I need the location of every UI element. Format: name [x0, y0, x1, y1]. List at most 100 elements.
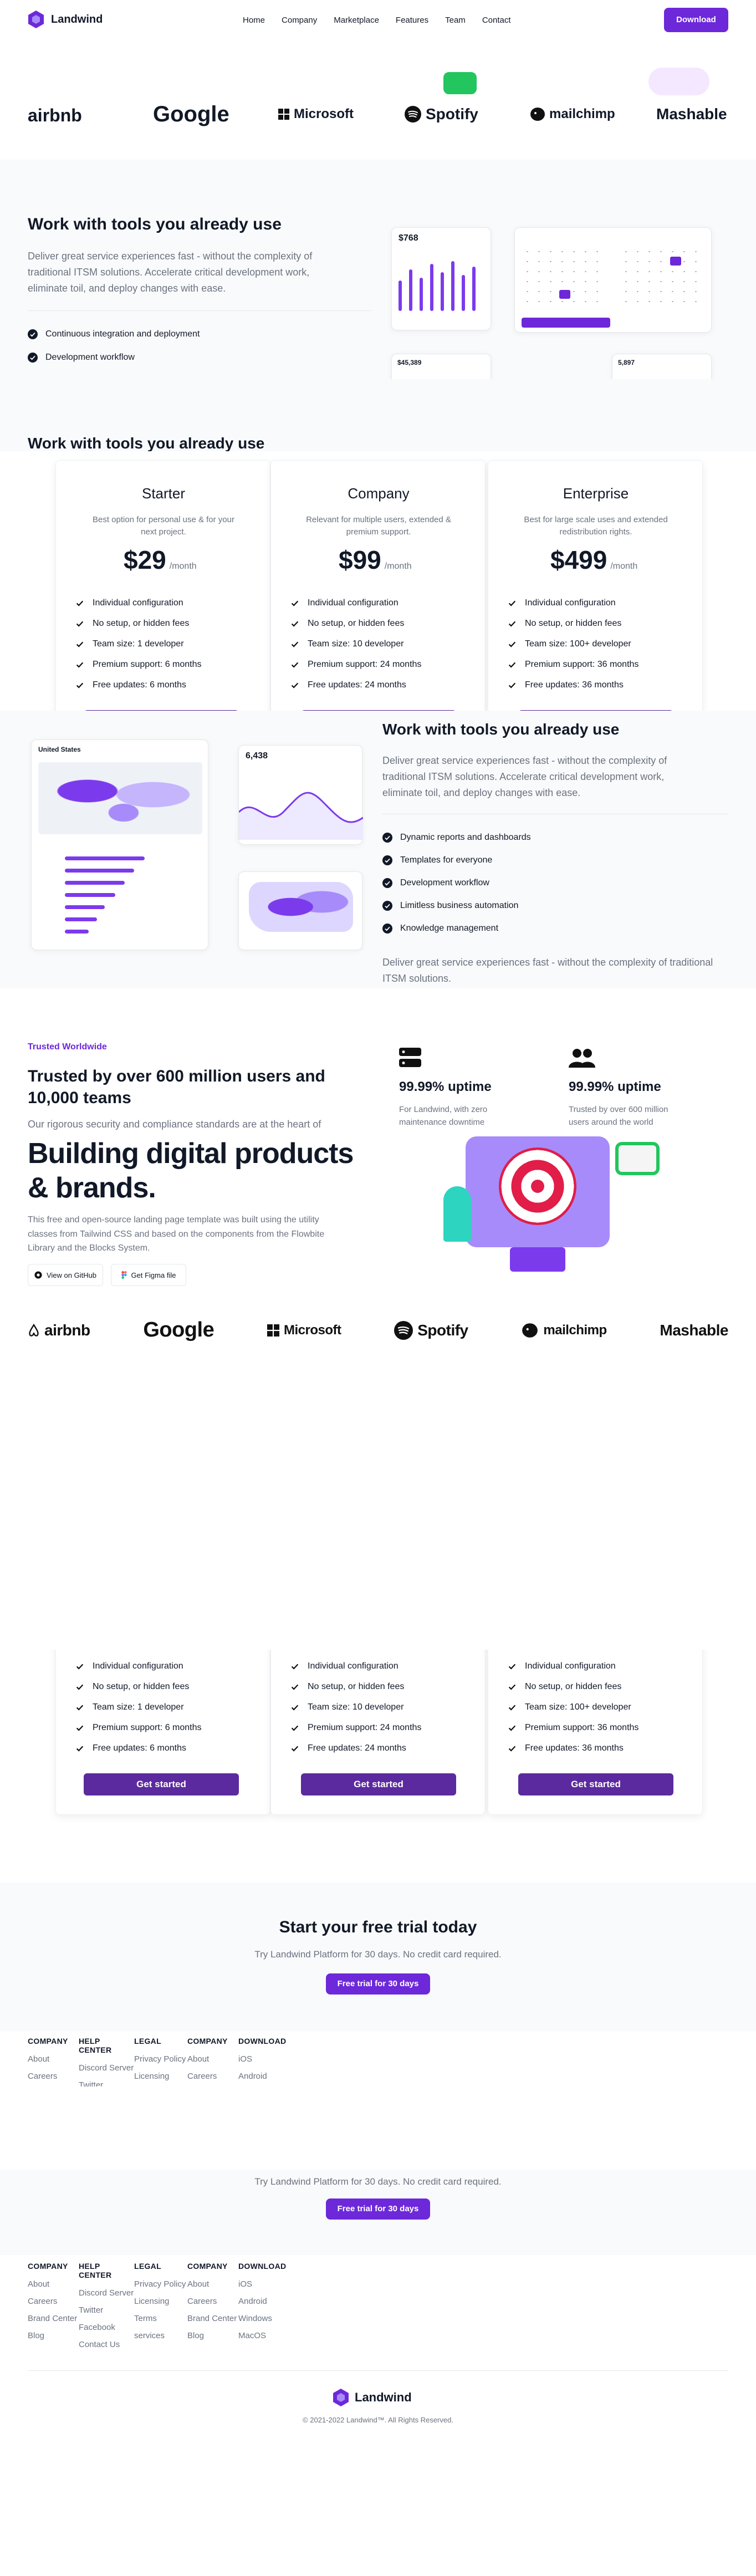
footer-column: DOWNLOAD iOS Android — [238, 2037, 287, 2081]
chart-stat: $768 — [399, 233, 418, 243]
free-trial-button[interactable]: Free trial for 30 days — [326, 2198, 430, 2220]
cta-section-partial: Try Landwind Platform for 30 days. No cr… — [0, 2170, 756, 2255]
calendar-selected-day — [670, 257, 681, 266]
line-chart — [239, 792, 363, 840]
tools-title: Work with tools you already use — [28, 215, 282, 233]
feature-item: Team size: 10 developer — [290, 639, 421, 649]
calendar-ok-button[interactable] — [522, 318, 610, 328]
feature-item: Premium support: 24 months — [290, 1723, 421, 1733]
check-circle-icon — [382, 924, 392, 934]
check-icon — [76, 662, 84, 668]
get-started-button[interactable]: Get started — [301, 1773, 456, 1795]
check-icon — [508, 662, 516, 668]
tools-item: Development workflow — [382, 878, 531, 888]
pricing-card-company: Company Relevant for multiple users, ext… — [270, 460, 486, 715]
tools-desc: Deliver great service experiences fast -… — [28, 251, 313, 294]
trusted-desc: Our rigorous security and compliance sta… — [28, 1119, 321, 1130]
cta-desc: Try Landwind Platform for 30 days. No cr… — [254, 2176, 502, 2187]
hero-block: Building digital products & brands. This… — [0, 1136, 756, 1298]
hero-illustration — [443, 1136, 698, 1292]
check-icon — [508, 1746, 516, 1752]
trusted-section: Trusted Worldwide Trusted by over 600 mi… — [0, 988, 756, 1298]
nav-links: Home Company Marketplace Features Team C… — [243, 16, 511, 25]
check-circle-icon — [28, 353, 38, 363]
us-map-card — [238, 871, 362, 950]
copyright: © 2021-2022 Landwind™. All Rights Reserv… — [303, 2416, 453, 2424]
check-icon — [508, 621, 516, 627]
feature-item: No setup, or hidden fees — [507, 1682, 638, 1692]
map-card: United States — [31, 739, 208, 950]
footer-column: COMPANY About Careers Brand Center Blog — [187, 2262, 237, 2340]
check-circle-icon — [28, 329, 38, 339]
spotify-icon — [405, 106, 421, 123]
spotify-icon — [394, 1320, 413, 1340]
feature-item: Free updates: 36 months — [507, 680, 638, 690]
nav-link-company[interactable]: Company — [282, 16, 317, 25]
mailchimp-icon — [522, 1323, 538, 1338]
check-icon — [76, 1684, 84, 1690]
plant-illustration — [443, 1186, 471, 1242]
pricing-card-starter: Starter Best option for personal use & f… — [55, 460, 270, 715]
plan-name: Enterprise — [563, 485, 629, 502]
check-icon — [76, 1705, 84, 1711]
nav-link-features[interactable]: Features — [396, 16, 428, 25]
check-icon — [508, 641, 516, 647]
github-icon — [34, 1271, 42, 1279]
footer-column: COMPANY About Careers — [28, 2037, 68, 2081]
check-icon — [76, 1746, 84, 1752]
download-button[interactable]: Download — [664, 8, 728, 32]
plan-name: Starter — [141, 485, 186, 502]
logo-google: Google — [153, 102, 229, 126]
feature-item: Free updates: 24 months — [290, 680, 421, 690]
stat-desc: For Landwind, with zero maintenance down… — [399, 1105, 488, 1127]
stat-card: 5,897 — [612, 354, 712, 379]
plan-features: Individual configuration No setup, or hi… — [290, 1661, 421, 1753]
plan-features: Individual configuration No setup, or hi… — [507, 598, 638, 690]
nav-link-home[interactable]: Home — [243, 16, 265, 25]
airbnb-icon — [29, 1323, 39, 1337]
logo-airbnb: airbnb — [28, 1322, 90, 1339]
pricing-section-lower: Individual configuration No setup, or hi… — [0, 1650, 756, 1827]
nav-link-team[interactable]: Team — [445, 16, 466, 25]
feature-item: Free updates: 36 months — [507, 1743, 638, 1753]
logo-mailchimp: mailchimp — [529, 106, 615, 122]
landwind-logo-icon — [333, 2389, 349, 2406]
plan-price: $499/month — [550, 545, 638, 574]
calendar-selected-day — [559, 290, 570, 299]
nav-link-marketplace[interactable]: Marketplace — [334, 16, 379, 25]
footer-brand[interactable]: Landwind — [333, 2388, 412, 2407]
footer-column: COMPANY About Careers — [187, 2037, 228, 2081]
logo-microsoft: Microsoft — [278, 106, 354, 122]
blank-area-2 — [0, 2087, 756, 2170]
tools-item: Knowledge management — [382, 924, 531, 934]
tools-item: Development workflow — [28, 353, 135, 363]
footer-column: DOWNLOAD iOS Android Windows MacOS — [238, 2262, 287, 2340]
stat-block: 99.99% uptime Trusted by over 600 millio… — [569, 1048, 702, 1129]
brand[interactable]: Landwind — [28, 10, 103, 29]
footer-divider — [28, 2370, 728, 2371]
logo-airbnb: airbnb — [28, 105, 82, 125]
microsoft-icon — [278, 109, 289, 120]
check-icon — [76, 621, 84, 627]
cloud-illustration — [648, 68, 709, 95]
bar-chart — [399, 256, 485, 311]
figma-button[interactable]: Get Figma file — [111, 1264, 186, 1286]
trusted-eyebrow: Trusted Worldwide — [28, 1042, 107, 1052]
nav-link-contact[interactable]: Contact — [482, 16, 511, 25]
footer-columns: COMPANY About Careers Brand Center Blog … — [28, 2262, 299, 2357]
tools-divider — [28, 310, 371, 311]
get-started-button[interactable]: Get started — [84, 1773, 239, 1795]
calendar-card — [514, 227, 712, 333]
get-started-button[interactable]: Get started — [518, 1773, 673, 1795]
landwind-logo-icon — [28, 11, 44, 28]
github-button[interactable]: View on GitHub — [28, 1264, 103, 1286]
feature-item: Premium support: 36 months — [507, 1723, 638, 1733]
free-trial-button[interactable]: Free trial for 30 days — [326, 1973, 430, 1995]
footer-brand-name: Landwind — [355, 2390, 412, 2404]
tools-title: Work with tools you already use — [28, 435, 265, 452]
check-icon — [291, 1725, 299, 1731]
feature-item: No setup, or hidden fees — [290, 1682, 421, 1692]
stat-value: 5,897 — [618, 359, 635, 366]
megaphone-icon — [615, 1142, 660, 1175]
stat-block: 99.99% uptime For Landwind, with zero ma… — [399, 1048, 532, 1129]
